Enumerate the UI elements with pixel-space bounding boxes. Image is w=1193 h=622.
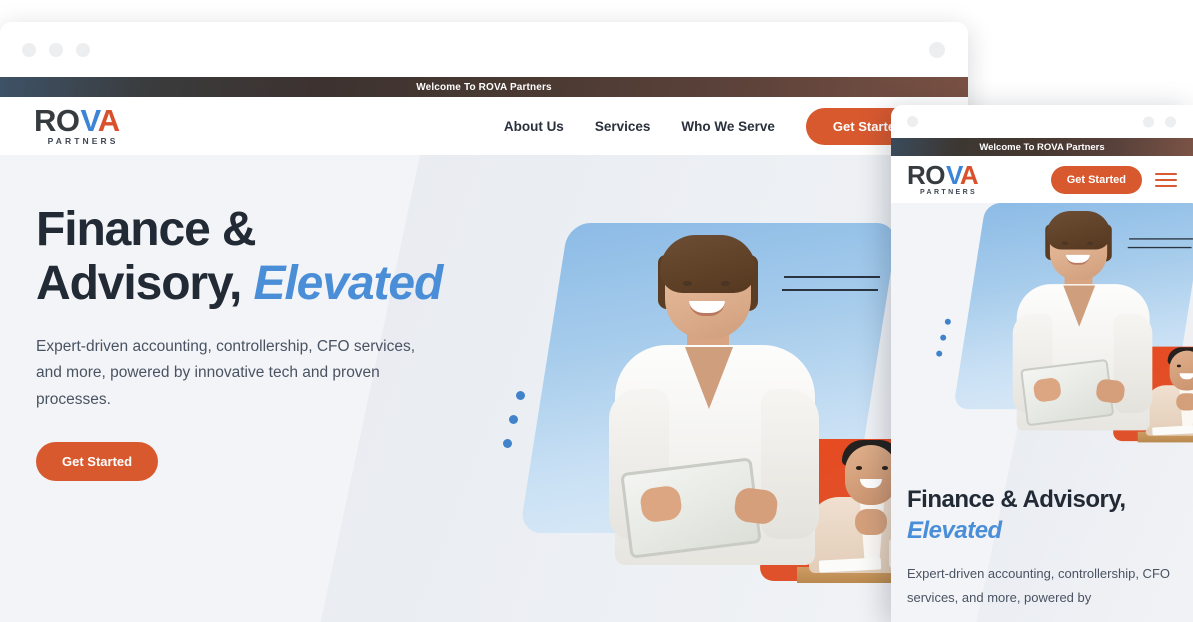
person-hair	[660, 235, 756, 293]
person-hair	[1046, 210, 1111, 250]
person-hand-right	[733, 486, 779, 526]
nav-link-services[interactable]: Services	[595, 119, 651, 134]
site-navigation-bar: RO V A PARTNERS About Us Services Who We…	[0, 97, 968, 155]
hamburger-bar	[1155, 178, 1177, 181]
hamburger-bar	[1155, 172, 1177, 175]
decorative-dot-icon	[936, 350, 943, 357]
person-hand	[1176, 393, 1193, 411]
mobile-nav-actions: Get Started	[1050, 165, 1179, 194]
mobile-hero-title-line-1: Finance & Advisory,	[907, 486, 1126, 513]
hero-section: Finance & Advisory, Elevated Expert-driv…	[0, 155, 968, 622]
person-smile	[1179, 373, 1193, 380]
person-eye	[1087, 241, 1094, 245]
person-hand-right	[1095, 378, 1126, 405]
screenshot-stage: Welcome To ROVA Partners RO V A PARTNERS…	[0, 0, 1193, 622]
mobile-titlebar	[891, 105, 1193, 138]
person-eye	[1061, 241, 1068, 245]
window-dot-maximize-icon[interactable]	[76, 42, 90, 57]
person-hand	[855, 509, 887, 535]
logo-text-a: A	[97, 103, 120, 139]
hamburger-bar	[1155, 184, 1177, 187]
decorative-dot-icon	[503, 439, 512, 448]
person-head	[845, 445, 897, 505]
hero-copy-block: Finance & Advisory, Elevated Expert-driv…	[36, 203, 466, 482]
person-eye	[721, 281, 730, 286]
decorative-dot-icon	[509, 415, 518, 424]
mobile-logo-wordmark: RO V A	[907, 159, 979, 190]
mobile-window-dot-left-icon[interactable]	[907, 116, 918, 127]
mobile-hero-title-emphasis: Elevated	[907, 516, 1002, 544]
person-eye	[882, 466, 888, 470]
mobile-hero-illustration	[891, 203, 1193, 443]
person-eye	[856, 466, 862, 470]
window-dot-right-icon[interactable]	[929, 41, 945, 58]
decorative-dots	[503, 391, 529, 457]
rova-partners-logo[interactable]: RO V A PARTNERS	[34, 103, 120, 147]
hero-title: Finance & Advisory, Elevated	[36, 203, 466, 311]
hamburger-icon[interactable]	[1153, 171, 1179, 189]
mobile-announcement-text: Welcome To ROVA Partners	[979, 141, 1105, 153]
person-eye	[683, 281, 692, 286]
mobile-logo-subtitle: PARTNERS	[919, 189, 978, 197]
decorative-dot-icon	[516, 391, 525, 400]
hero-subtitle: Expert-driven accounting, controllership…	[36, 337, 416, 408]
nav-link-about-us[interactable]: About Us	[504, 119, 564, 134]
mobile-hero-title: Finance & Advisory, Elevated	[907, 485, 1179, 546]
mobile-navigation-bar: RO V A PARTNERS Get Started	[891, 156, 1193, 203]
window-control-dots	[22, 42, 90, 57]
mobile-window-control-dots	[1143, 116, 1176, 127]
mobile-logo-text-ro: RO	[907, 159, 946, 190]
announcement-banner: Welcome To ROVA Partners	[0, 77, 968, 97]
desktop-titlebar	[0, 22, 968, 77]
mobile-get-started-button[interactable]: Get Started	[1050, 165, 1142, 194]
hero-get-started-button[interactable]: Get Started	[36, 442, 159, 482]
mobile-announcement-banner: Welcome To ROVA Partners	[891, 138, 1193, 156]
mobile-rova-partners-logo[interactable]: RO V A PARTNERS	[907, 159, 979, 197]
desktop-browser-window: Welcome To ROVA Partners RO V A PARTNERS…	[0, 22, 968, 622]
mobile-window-dot-icon[interactable]	[1165, 116, 1176, 127]
mobile-decorative-dots	[936, 318, 953, 363]
window-dot-minimize-icon[interactable]	[49, 42, 63, 57]
hero-illustration	[497, 223, 945, 622]
mobile-window-dot-icon[interactable]	[1143, 116, 1154, 127]
person-eye	[1176, 364, 1181, 367]
decorative-dot-icon	[940, 334, 947, 341]
hero-title-line-1: Finance &	[36, 203, 257, 256]
logo-text-ro: RO	[34, 103, 80, 139]
mobile-hero-subtitle: Expert-driven accounting, controllership…	[907, 566, 1171, 606]
window-dot-close-icon[interactable]	[22, 42, 36, 57]
decorative-dot-icon	[944, 318, 951, 325]
mobile-hero-copy-block: Finance & Advisory, Elevated Expert-driv…	[907, 485, 1179, 611]
mobile-primary-person-photo	[1007, 210, 1159, 431]
hero-title-line-2: Advisory,	[36, 256, 242, 310]
announcement-text: Welcome To ROVA Partners	[416, 81, 552, 93]
mobile-browser-window: Welcome To ROVA Partners RO V A PARTNERS…	[891, 105, 1193, 622]
primary-person-photo	[601, 235, 829, 565]
mobile-logo-text-a: A	[959, 159, 979, 190]
mobile-hero-section: Finance & Advisory, Elevated Expert-driv…	[891, 203, 1193, 622]
logo-wordmark: RO V A	[34, 103, 120, 139]
nav-link-who-we-serve[interactable]: Who We Serve	[681, 119, 775, 134]
hero-title-emphasis: Elevated	[253, 256, 444, 310]
logo-subtitle: PARTNERS	[47, 136, 119, 147]
person-head	[1169, 350, 1193, 391]
